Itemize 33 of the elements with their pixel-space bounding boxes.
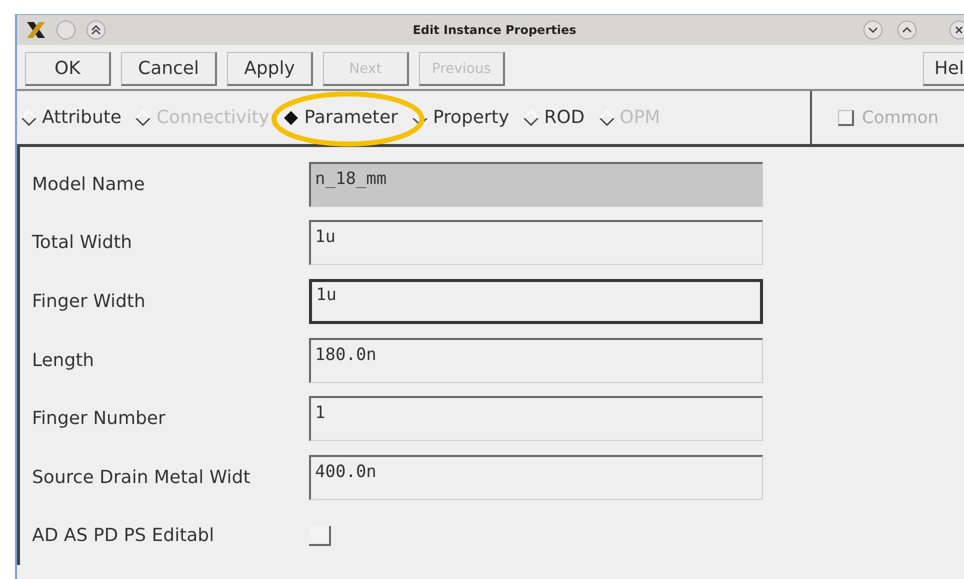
x-logo-icon [25,19,47,41]
field-label: Finger Number [32,408,166,430]
radio-option[interactable]: Attribute [21,107,122,128]
window-title: Edit Instance Properties [412,23,576,37]
radio-option[interactable]: Property [412,107,510,128]
toolbar-button[interactable]: OK [25,52,111,86]
diamond-icon [523,110,540,126]
close-icon[interactable] [948,19,964,41]
field-label: AD AS PD PS Editabl [32,525,216,546]
input-field[interactable]: 400.0n [309,454,763,500]
double-chevron-up-icon[interactable] [85,19,107,41]
help-button[interactable]: Hel [923,52,964,86]
diamond-icon [21,110,37,126]
field-label: Length [32,350,96,371]
input-field[interactable]: 1u [309,220,763,266]
diamond-icon [598,110,615,126]
input-field[interactable]: 1u [309,278,763,324]
field-label: Model Name [32,174,146,195]
input-field[interactable]: 180.0n [309,338,763,383]
toolbar-button[interactable]: Apply [226,52,313,86]
filled-diamond-icon [283,110,300,126]
checkbox[interactable] [309,526,331,546]
field-label: Total Width [32,232,134,254]
input-field[interactable]: n_18_mm [309,162,763,207]
field-label: Source Drain Metal Widt [32,466,252,488]
field-label: Finger Width [32,290,146,312]
input-field[interactable]: 1 [309,396,763,442]
minimize-icon[interactable] [862,19,884,41]
toolbar-button[interactable]: Cancel [121,52,217,86]
diamond-icon [412,110,428,126]
maximize-icon[interactable] [896,19,918,41]
diamond-icon [135,110,152,126]
radio-option[interactable]: ROD [523,107,585,128]
